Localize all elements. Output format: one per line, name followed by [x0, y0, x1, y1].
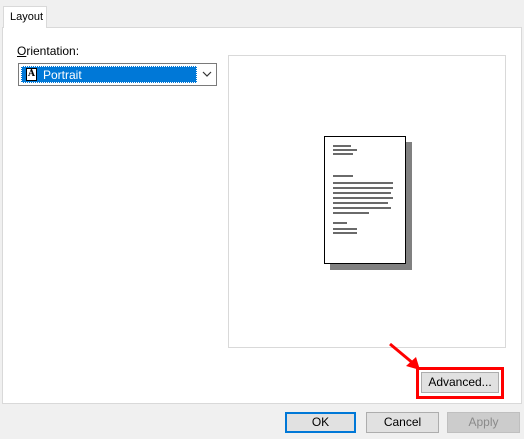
page-text-line: [333, 228, 357, 230]
page-text-line: [333, 202, 388, 204]
ok-button[interactable]: OK: [285, 412, 356, 433]
tab-layout[interactable]: Layout: [3, 6, 47, 28]
page-text-line: [333, 212, 369, 214]
page-text-line: [333, 207, 391, 209]
page-text-line: [333, 192, 391, 194]
page-text-line: [333, 175, 353, 177]
page-text-line: [333, 182, 393, 184]
advanced-button-highlight: [416, 367, 504, 399]
orientation-select[interactable]: A Portrait: [18, 63, 217, 86]
orientation-selected-item: A Portrait: [21, 66, 197, 83]
portrait-page-icon: A: [26, 68, 37, 81]
page-setup-dialog: Layout Orientation: A Portrait Advanced.…: [0, 0, 524, 439]
page-text-line: [333, 222, 347, 224]
page-text-line: [333, 153, 353, 155]
page-text-line: [333, 187, 393, 189]
orientation-label-accesskey: O: [17, 44, 27, 58]
page-text-line: [333, 232, 357, 234]
page-text-line: [333, 197, 393, 199]
orientation-label-text: rientation:: [26, 44, 80, 58]
apply-button[interactable]: Apply: [447, 412, 520, 433]
page-text-line: [333, 145, 351, 147]
cancel-button[interactable]: Cancel: [366, 412, 439, 433]
orientation-label: Orientation:: [17, 44, 79, 58]
tab-layout-label: Layout: [10, 11, 44, 23]
preview-page: [324, 136, 406, 264]
chevron-down-icon[interactable]: [201, 68, 213, 80]
orientation-value: Portrait: [43, 68, 82, 82]
page-text-line: [333, 149, 357, 151]
